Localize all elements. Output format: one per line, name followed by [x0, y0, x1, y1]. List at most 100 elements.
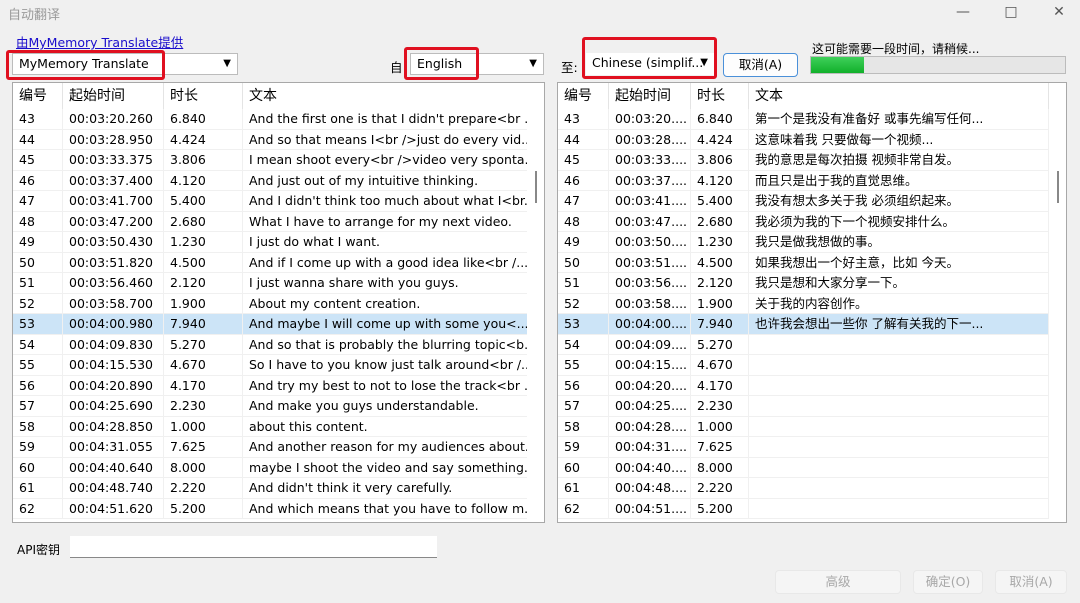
cell-duration: 5.270 [164, 334, 243, 355]
table-row[interactable]: 44 00:03:28.... 4.424 这意味着我 只要做每一个视频... [558, 129, 1049, 150]
cell-text: What I have to arrange for my next video… [243, 211, 529, 232]
scrollbar-thumb[interactable] [535, 171, 537, 203]
scrollbar[interactable] [1049, 83, 1066, 522]
cell-number: 58 [558, 416, 609, 437]
from-label: 自 [390, 60, 403, 75]
source-subtitle-table[interactable]: 编号 起始时间 时长 文本 43 00:03:20.260 6.840 And the fir… [12, 82, 545, 523]
cell-start-time: 00:03:47.... [609, 211, 691, 232]
table-row[interactable]: 48 00:03:47.... 2.680 我必须为我的下一个视频安排什么。 [558, 211, 1049, 232]
column-header[interactable]: 起始时间 [63, 83, 164, 109]
cell-text: maybe I shoot the video and say somethin… [243, 457, 529, 478]
cell-duration: 5.200 [164, 498, 243, 519]
cell-start-time: 00:04:48.... [609, 478, 691, 498]
cell-start-time: 00:03:37.... [609, 170, 691, 191]
table-row[interactable]: 50 00:03:51.... 4.500 如果我想出一个好主意，比如 今天。 [558, 252, 1049, 273]
table-row[interactable]: 45 00:03:33.375 3.806 I mean shoot every<br… [13, 150, 529, 171]
table-row[interactable]: 59 00:04:31.055 7.625 And another reason fo… [13, 437, 529, 458]
cell-start-time: 00:03:58.700 [63, 293, 164, 314]
table-row[interactable]: 46 00:03:37.... 4.120 而且只是出于我的直觉思维。 [558, 170, 1049, 191]
table-row[interactable]: 43 00:03:20.260 6.840 And the first one is … [13, 109, 529, 130]
table-row[interactable]: 56 00:04:20.890 4.170 And try my best to no… [13, 375, 529, 396]
table-row[interactable]: 60 00:04:40.... 8.000 [558, 457, 1049, 478]
ok-button[interactable]: 确定(O) [913, 570, 983, 594]
table-row[interactable]: 57 00:04:25.690 2.230 And make you guys und… [13, 396, 529, 417]
cell-start-time: 00:03:56.460 [63, 273, 164, 293]
cell-text: And maybe I will come up with some you<.… [243, 314, 529, 334]
cell-text: I just wanna share with you guys. [243, 273, 529, 293]
table-row[interactable]: 47 00:03:41.700 5.400 And I didn't think to… [13, 191, 529, 212]
table-row[interactable]: 62 00:04:51.620 5.200 And which means that … [13, 498, 529, 519]
table-row[interactable]: 56 00:04:20.... 4.170 [558, 375, 1049, 396]
table-row[interactable]: 52 00:03:58.... 1.900 关于我的内容创作。 [558, 293, 1049, 314]
table-row[interactable]: 60 00:04:40.640 8.000 maybe I shoot the vid… [13, 457, 529, 478]
cell-start-time: 00:04:51.... [609, 498, 691, 519]
table-row[interactable]: 57 00:04:25.... 2.230 [558, 396, 1049, 417]
table-row[interactable]: 46 00:03:37.400 4.120 And just out of my in… [13, 170, 529, 191]
api-key-input[interactable] [70, 536, 437, 558]
column-header[interactable]: 文本 [243, 83, 529, 109]
highlight-box [582, 37, 717, 79]
cell-number: 61 [13, 478, 63, 498]
table-row[interactable]: 53 00:04:00.980 7.940 And maybe I will come… [13, 314, 529, 335]
column-header[interactable]: 起始时间 [609, 83, 691, 109]
table-header: 编号 起始时间 时长 文本 [558, 83, 1066, 109]
table-row[interactable]: 49 00:03:50.... 1.230 我只是做我想做的事。 [558, 232, 1049, 253]
cell-duration: 1.000 [691, 416, 749, 437]
table-row[interactable]: 58 00:04:28.850 1.000 about this content. [13, 416, 529, 437]
provider-link[interactable]: 由MyMemory Translate提供 [16, 32, 183, 51]
table-row[interactable]: 48 00:03:47.200 2.680 What I have to arrang… [13, 211, 529, 232]
cell-number: 55 [558, 355, 609, 375]
cell-number: 59 [13, 437, 63, 457]
cancel-translation-button[interactable]: 取消(A) [723, 53, 798, 77]
table-row[interactable]: 47 00:03:41.... 5.400 我没有想太多关于我 必须组织起来。 [558, 191, 1049, 212]
table-row[interactable]: 51 00:03:56.460 2.120 I just wanna share wi… [13, 273, 529, 294]
column-header[interactable]: 编号 [13, 83, 63, 109]
translated-subtitle-table[interactable]: 编号 起始时间 时长 文本 43 00:03:20.... 6.840 第一个是我没有准备好 … [557, 82, 1067, 523]
table-row[interactable]: 51 00:03:56.... 2.120 我只是想和大家分享一下。 [558, 273, 1049, 294]
table-row[interactable]: 45 00:03:33.... 3.806 我的意思是每次拍摄 视频非常自发。 [558, 150, 1049, 171]
table-row[interactable]: 54 00:04:09.... 5.270 [558, 334, 1049, 355]
table-row[interactable]: 61 00:04:48.... 2.220 [558, 478, 1049, 499]
table-row[interactable]: 44 00:03:28.950 4.424 And so that means I<b… [13, 129, 529, 150]
cell-text: 如果我想出一个好主意，比如 今天。 [749, 252, 1049, 273]
cell-number: 54 [558, 334, 609, 355]
cell-duration: 2.680 [691, 211, 749, 232]
column-header[interactable]: 时长 [164, 83, 243, 109]
table-row[interactable]: 58 00:04:28.... 1.000 [558, 416, 1049, 437]
status-text: 这可能需要一段时间，请稍候... [812, 42, 980, 56]
table-row[interactable]: 59 00:04:31.... 7.625 [558, 437, 1049, 458]
cell-text: 也许我会想出一些你 了解有关我的下一... [749, 314, 1049, 334]
table-row[interactable]: 55 00:04:15.530 4.670 So I have to you know… [13, 355, 529, 376]
scrollbar[interactable] [527, 83, 544, 522]
table-row[interactable]: 52 00:03:58.700 1.900 About my content crea… [13, 293, 529, 314]
cell-start-time: 00:03:41.... [609, 191, 691, 211]
cell-number: 49 [558, 232, 609, 252]
cell-start-time: 00:04:15.... [609, 355, 691, 375]
table-row[interactable]: 43 00:03:20.... 6.840 第一个是我没有准备好 或事先编写任何... [558, 109, 1049, 130]
table-row[interactable]: 55 00:04:15.... 4.670 [558, 355, 1049, 376]
table-row[interactable]: 49 00:03:50.430 1.230 I just do what I want… [13, 232, 529, 253]
minimize-icon[interactable]: — [948, 2, 978, 22]
table-row[interactable]: 61 00:04:48.740 2.220 And didn't think it v… [13, 478, 529, 499]
cell-duration: 4.120 [691, 170, 749, 191]
maximize-icon[interactable]: □ [996, 2, 1026, 22]
column-header[interactable]: 文本 [749, 83, 1049, 109]
table-row[interactable]: 54 00:04:09.830 5.270 And so that is probab… [13, 334, 529, 355]
cell-start-time: 00:03:56.... [609, 273, 691, 293]
column-header[interactable]: 编号 [558, 83, 609, 109]
close-icon[interactable]: ✕ [1044, 2, 1074, 22]
cell-text: And if I come up with a good idea like<b… [243, 252, 529, 273]
cell-duration: 2.220 [164, 478, 243, 498]
cell-start-time: 00:04:15.530 [63, 355, 164, 375]
cell-duration: 4.170 [691, 375, 749, 396]
cell-number: 56 [558, 375, 609, 396]
advanced-button[interactable]: 高级 [775, 570, 901, 594]
cancel-button[interactable]: 取消(A) [995, 570, 1067, 594]
scrollbar-thumb[interactable] [1057, 171, 1059, 203]
column-header[interactable]: 时长 [691, 83, 749, 109]
cell-start-time: 00:04:00.... [609, 314, 691, 334]
table-row[interactable]: 53 00:04:00.... 7.940 也许我会想出一些你 了解有关我的下一... [558, 314, 1049, 335]
table-row[interactable]: 50 00:03:51.820 4.500 And if I come up with… [13, 252, 529, 273]
highlight-box [404, 47, 479, 80]
table-row[interactable]: 62 00:04:51.... 5.200 [558, 498, 1049, 519]
